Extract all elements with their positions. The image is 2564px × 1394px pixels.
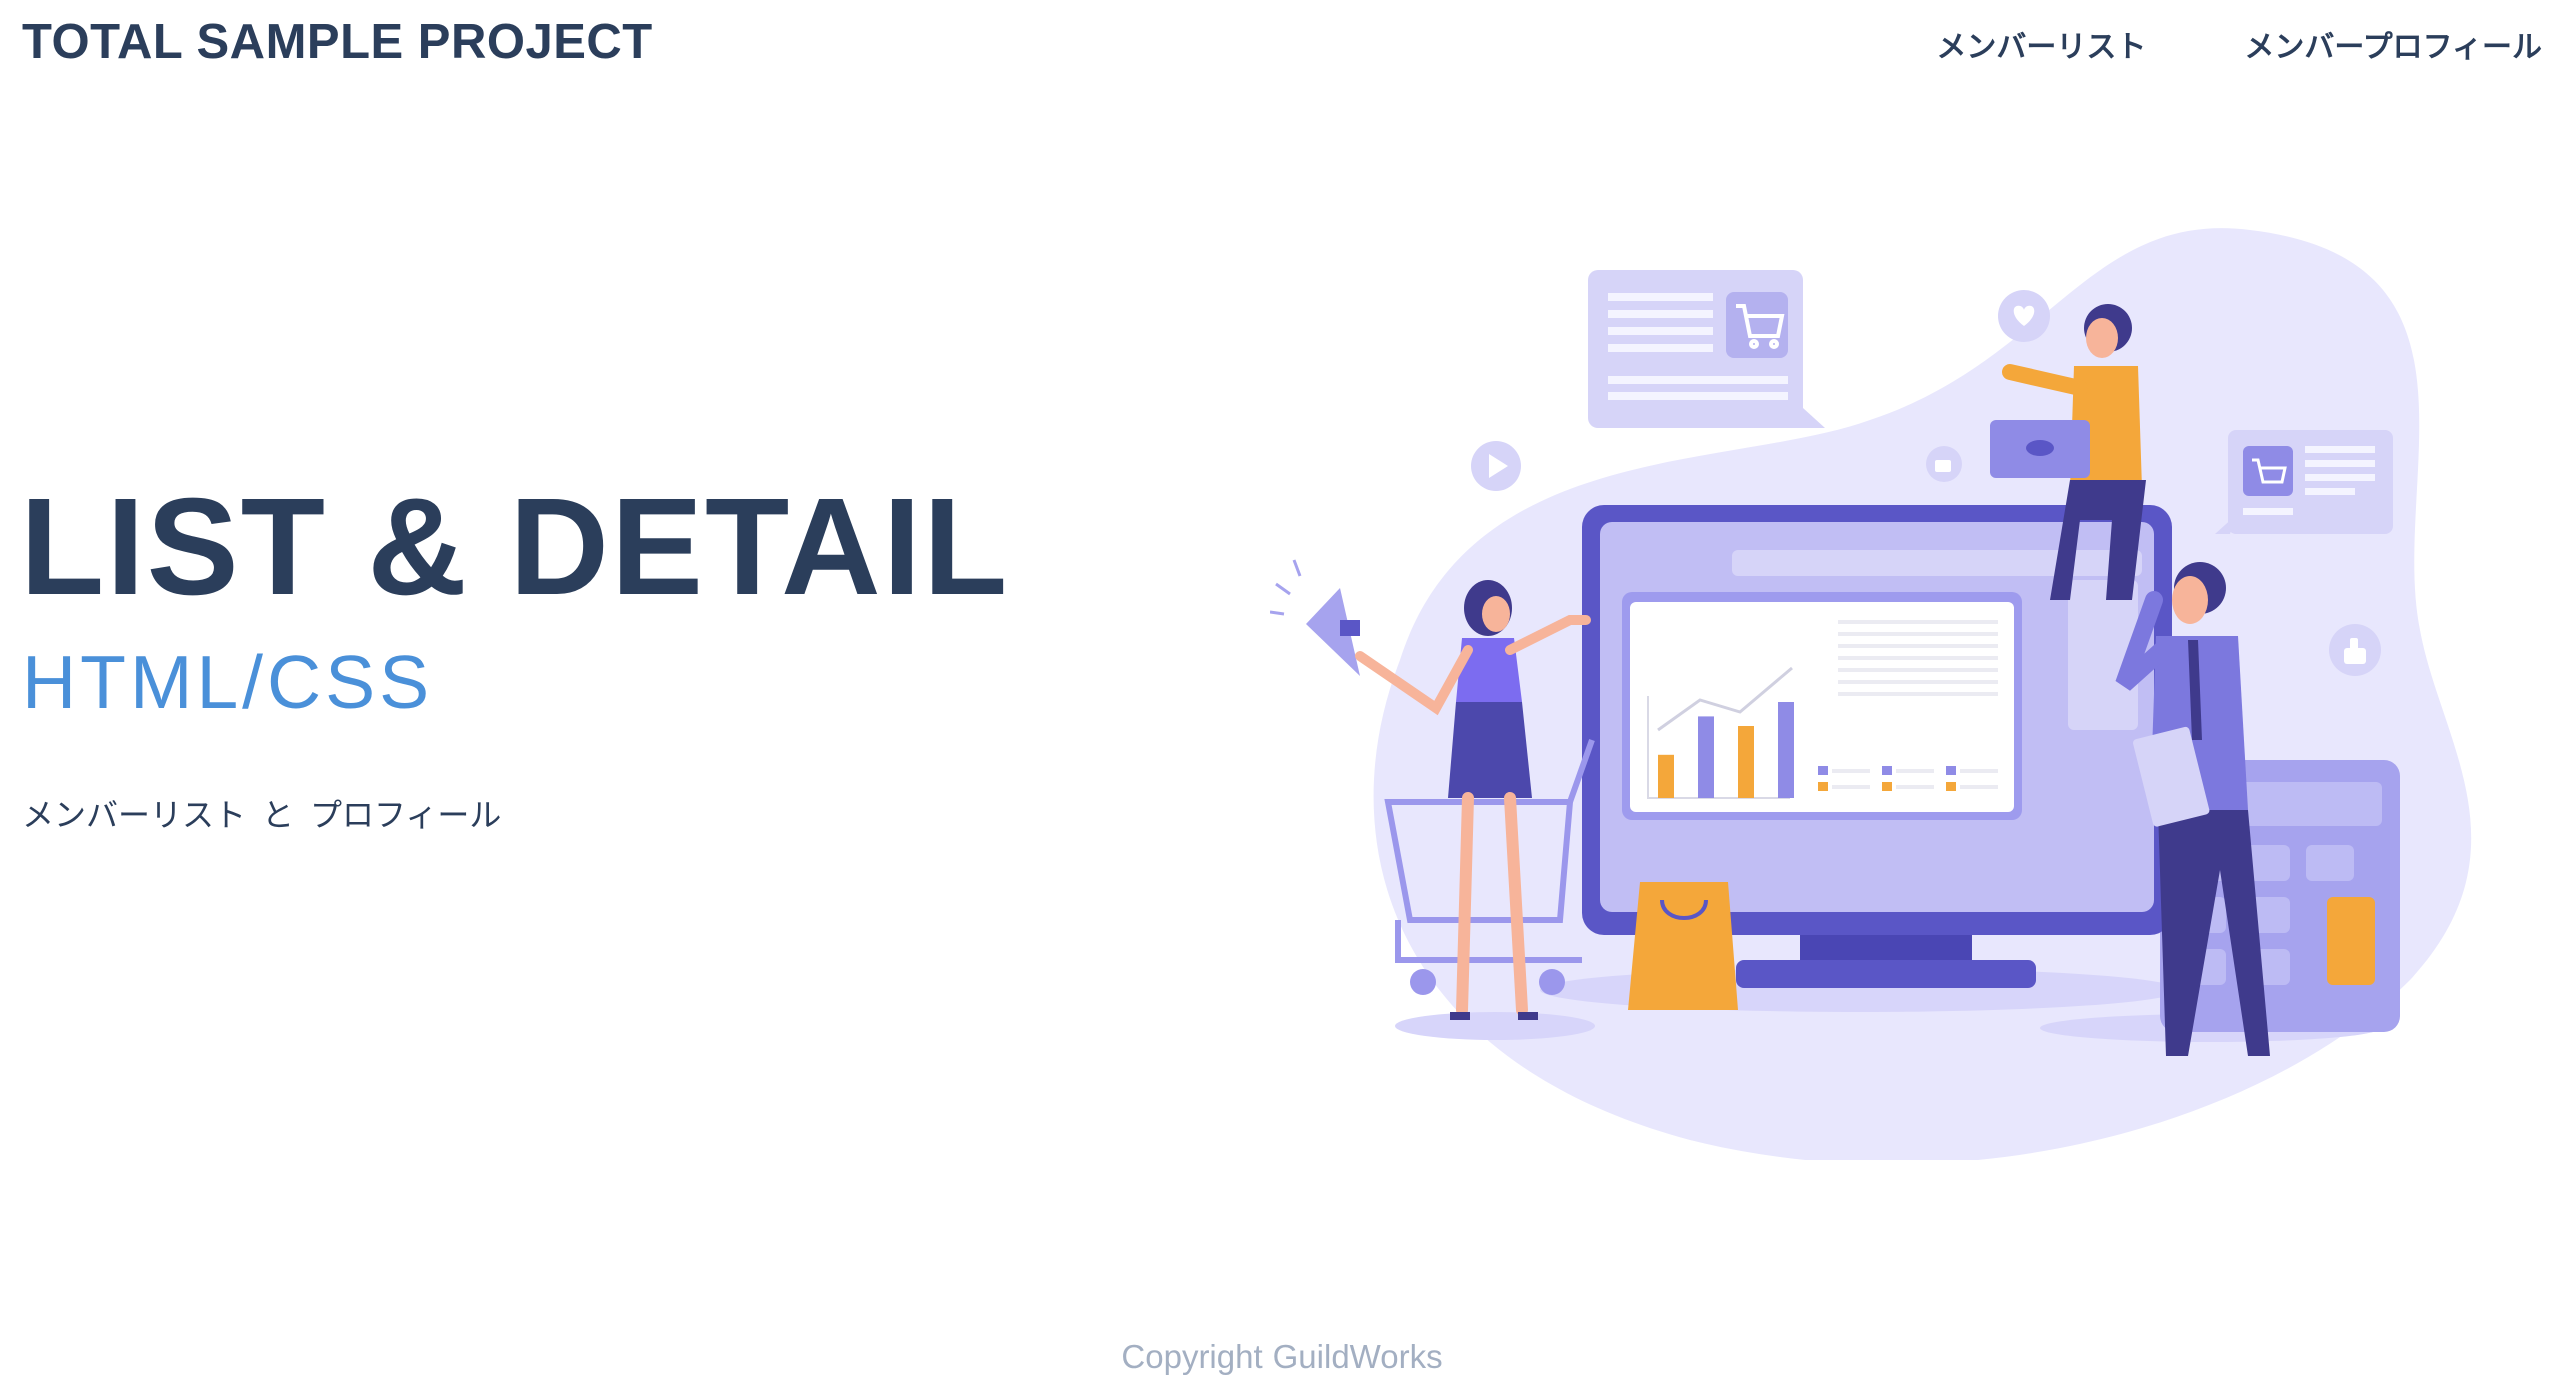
mini-chart-bar [1698, 716, 1714, 798]
info-card-topright [2215, 430, 2393, 534]
nav-member-list[interactable]: メンバーリスト [1936, 22, 2146, 66]
hero-desc-member-list: メンバーリスト [22, 796, 247, 834]
copyright-label: Copyright [1121, 1338, 1263, 1375]
cart-wheel [1410, 969, 1436, 995]
info-card-topleft [1588, 270, 1825, 428]
mini-chart-bar [1658, 754, 1674, 798]
hero-desc-profile: プロフィール [310, 796, 502, 834]
monitor-chart-window [1622, 592, 2022, 820]
mini-chart-bar [1778, 702, 1794, 798]
floor-shadow-woman [1395, 1012, 1595, 1040]
hero-description: メンバーリストとプロフィール [22, 790, 501, 836]
company-name: GuildWorks [1272, 1338, 1443, 1375]
shopping-bag [1628, 882, 1738, 1010]
site-header: TOTAL SAMPLE PROJECT メンバーリスト メンバープロフィール [0, 0, 2564, 90]
brand-logo[interactable]: TOTAL SAMPLE PROJECT [22, 14, 653, 70]
heart-bubble-icon [1998, 290, 2050, 342]
nav-member-profile[interactable]: メンバープロフィール [2244, 22, 2542, 66]
hero-desc-conjunction: と [262, 796, 295, 834]
hero-illustration [1270, 228, 2472, 1160]
footer-copyright: Copyright GuildWorks [0, 1338, 2564, 1376]
main-nav: メンバーリスト メンバープロフィール [1936, 22, 2542, 66]
hero-subtitle: HTML/CSS [22, 640, 434, 724]
cart-wheel [1539, 969, 1565, 995]
mini-chart-bar [1738, 726, 1754, 798]
thumbs-up-right-icon [2329, 624, 2381, 676]
play-icon [1471, 441, 1521, 491]
hero-title: LIST & DETAIL [20, 470, 1010, 624]
thumbs-up-bubble-icon [1926, 446, 1962, 482]
megaphone [1270, 559, 1360, 676]
